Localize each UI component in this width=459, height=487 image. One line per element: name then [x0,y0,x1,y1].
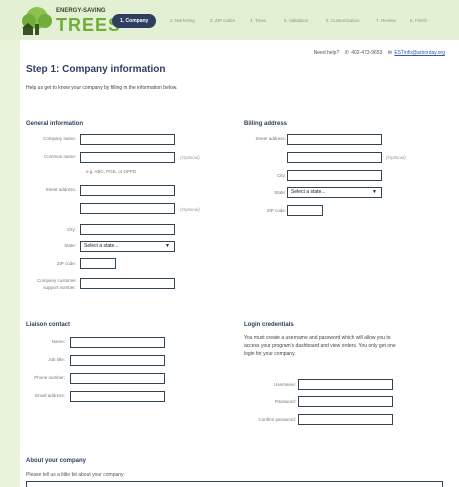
common-name-input[interactable] [80,152,175,163]
billing-state-select-value: Select a state... [291,189,326,195]
help-row: Need help? ✆ 402-473-9653 ✉ ESTinfo@arbo… [310,50,445,56]
email-address-input[interactable] [70,391,165,402]
billing-zip-input[interactable] [287,205,323,216]
billing-street-line2-input[interactable] [287,152,382,163]
state-select-value: Select a state... [84,243,119,249]
billing-city-label: City: [277,173,286,178]
liaison-name-label: Name: [51,339,65,344]
general-info-title: General information [26,121,84,127]
confirm-password-label: Confirm password: [258,417,296,422]
street-address-label: Street address: [45,187,76,192]
support-number-input[interactable] [80,278,175,289]
support-label-line2: support number: [43,285,76,290]
billing-street-label: Street address: [255,136,286,141]
email-address-label: Email address: [35,393,65,398]
billing-city-input[interactable] [287,170,382,181]
job-title-label: Job title: [48,357,65,362]
mail-icon: ✉ [387,50,392,56]
step-marketing[interactable]: 2. Marketing [170,14,195,28]
job-title-input[interactable] [70,355,165,366]
phone-icon: ✆ [344,50,349,56]
common-name-optional: (Optional) [180,155,200,160]
about-company-title: About your company [26,458,87,464]
billing-address-title: Billing address [244,121,288,127]
phone-number-label: Phone number: [34,375,65,380]
state-select[interactable]: Select a state... ▼ [80,241,175,252]
step-customization[interactable]: 6. Customization [326,14,360,28]
common-name-hint: e.g. ABC, PGE, or OPPD [86,169,137,174]
password-input[interactable] [298,396,393,407]
help-email-link[interactable]: ESTinfo@arborday.org [394,50,445,56]
city-label: City: [67,227,76,232]
about-company-textarea[interactable] [26,481,443,487]
company-name-input[interactable] [80,134,175,145]
help-phone: 402-473-9653 [351,50,383,56]
page-title: Step 1: Company information [26,64,166,75]
login-description: You must create a username and password … [244,335,396,357]
energy-saving-trees-logo[interactable]: ENERGY-SAVING TREES [18,3,120,37]
tree-icon [22,7,52,35]
zip-code-input[interactable] [80,258,116,269]
login-credentials-title: Login credentials [244,322,294,328]
billing-street-input[interactable] [287,134,382,145]
billing-zip-label: ZIP code: [266,208,286,213]
step-validation[interactable]: 5. Validation [284,14,308,28]
common-name-label: Common name: [43,154,76,159]
step-trees[interactable]: 4. Trees [250,14,266,28]
support-number-label: Company customer support number: [37,277,76,291]
password-label: Password: [274,399,296,404]
support-label-line1: Company customer [36,278,76,283]
step-finish[interactable]: 8. Finish [410,14,427,28]
logo-line1: ENERGY-SAVING [56,8,106,14]
company-name-label: Company name: [42,136,76,141]
logo-line2: TREES [56,15,122,35]
street-address-input[interactable] [80,185,175,196]
zip-code-label: ZIP code: [56,261,76,266]
step-zip-codes[interactable]: 3. ZIP codes [210,14,235,28]
page-subtitle: Help us get to know your company by fill… [26,85,178,91]
billing-street-optional: (Optional) [386,155,406,160]
header-bar: ENERGY-SAVING TREES 1. Company 2. Market… [0,0,459,40]
street-line2-optional: (Optional) [180,207,200,212]
phone-number-input[interactable] [70,373,165,384]
billing-state-label: State: [274,190,286,195]
help-label: Need help? [313,50,340,56]
username-label: Username: [273,382,296,387]
liaison-contact-title: Liaison contact [26,322,71,328]
state-label: State: [64,243,76,248]
liaison-name-input[interactable] [70,337,165,348]
street-address-line2-input[interactable] [80,203,175,214]
username-input[interactable] [298,379,393,390]
form-panel: Need help? ✆ 402-473-9653 ✉ ESTinfo@arbo… [20,40,459,487]
step-company[interactable]: 1. Company [112,14,157,28]
city-input[interactable] [80,224,175,235]
step-review[interactable]: 7. Review [376,14,396,28]
chevron-down-icon: ▼ [165,243,170,249]
billing-state-select[interactable]: Select a state... ▼ [287,187,382,198]
chevron-down-icon: ▼ [372,189,377,195]
confirm-password-input[interactable] [298,414,393,425]
about-company-prompt: Please tell us a little bit about your c… [26,472,125,478]
